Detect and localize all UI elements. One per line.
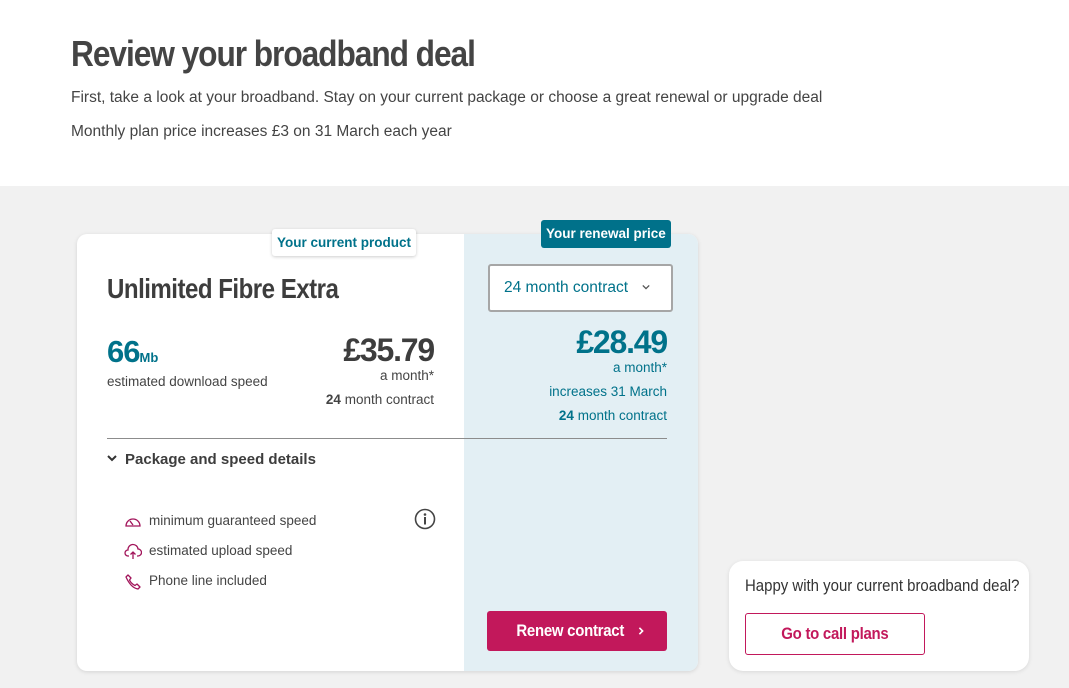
page-title: Review your broadband deal bbox=[71, 33, 476, 74]
product-name: Unlimited Fibre Extra bbox=[107, 273, 339, 304]
download-speed-value: 66 bbox=[107, 334, 140, 369]
renew-contract-button[interactable]: Renew contract bbox=[487, 611, 667, 651]
current-product-badge: Your current product bbox=[272, 229, 417, 256]
phone-icon bbox=[125, 574, 141, 590]
renewal-contract-months: 24 bbox=[558, 408, 574, 423]
download-speed-label: estimated download speed bbox=[107, 374, 268, 389]
package-details-toggle[interactable]: Package and speed details bbox=[107, 451, 316, 468]
page-subtitle: First, take a look at your broadband. St… bbox=[71, 89, 823, 106]
download-speed: 66Mb bbox=[107, 334, 158, 370]
contract-length-select[interactable]: 24 month contract bbox=[488, 264, 673, 312]
current-contract-length: 24 month contract bbox=[280, 392, 434, 407]
price-increase-note: Monthly plan price increases £3 on 31 Ma… bbox=[71, 123, 452, 140]
renew-contract-label: Renew contract bbox=[516, 621, 624, 640]
contract-length-value: 24 month contract bbox=[504, 279, 629, 296]
renewal-contract-suffix: month contract bbox=[573, 408, 667, 423]
download-speed-unit: Mb bbox=[139, 350, 159, 365]
renewal-increase-note: increases 31 March bbox=[549, 384, 667, 399]
chevron-right-icon bbox=[639, 627, 644, 635]
section-divider bbox=[107, 438, 667, 439]
chevron-down-icon bbox=[642, 284, 650, 290]
renewal-contract-length: 24 month contract bbox=[500, 408, 667, 423]
current-price: £35.79 bbox=[343, 332, 435, 368]
package-details-label: Package and speed details bbox=[125, 451, 316, 468]
current-contract-months: 24 bbox=[325, 392, 341, 407]
current-contract-suffix: month contract bbox=[340, 392, 434, 407]
current-price-period: a month* bbox=[379, 368, 434, 383]
info-icon[interactable] bbox=[414, 508, 436, 530]
renewal-price: £28.49 bbox=[576, 324, 668, 360]
renewal-price-badge: Your renewal price bbox=[541, 220, 671, 248]
speedometer-icon bbox=[125, 518, 141, 527]
call-plans-question: Happy with your current broadband deal? bbox=[745, 576, 1020, 595]
renewal-price-period: a month* bbox=[612, 360, 667, 375]
feature-label: minimum guaranteed speed bbox=[149, 513, 317, 528]
feature-label: Phone line included bbox=[149, 573, 267, 588]
chevron-down-icon bbox=[107, 455, 117, 462]
go-to-call-plans-label: Go to call plans bbox=[781, 624, 889, 643]
cloud-upload-icon bbox=[124, 543, 142, 559]
feature-label: estimated upload speed bbox=[149, 543, 293, 558]
go-to-call-plans-button[interactable]: Go to call plans bbox=[745, 613, 925, 655]
